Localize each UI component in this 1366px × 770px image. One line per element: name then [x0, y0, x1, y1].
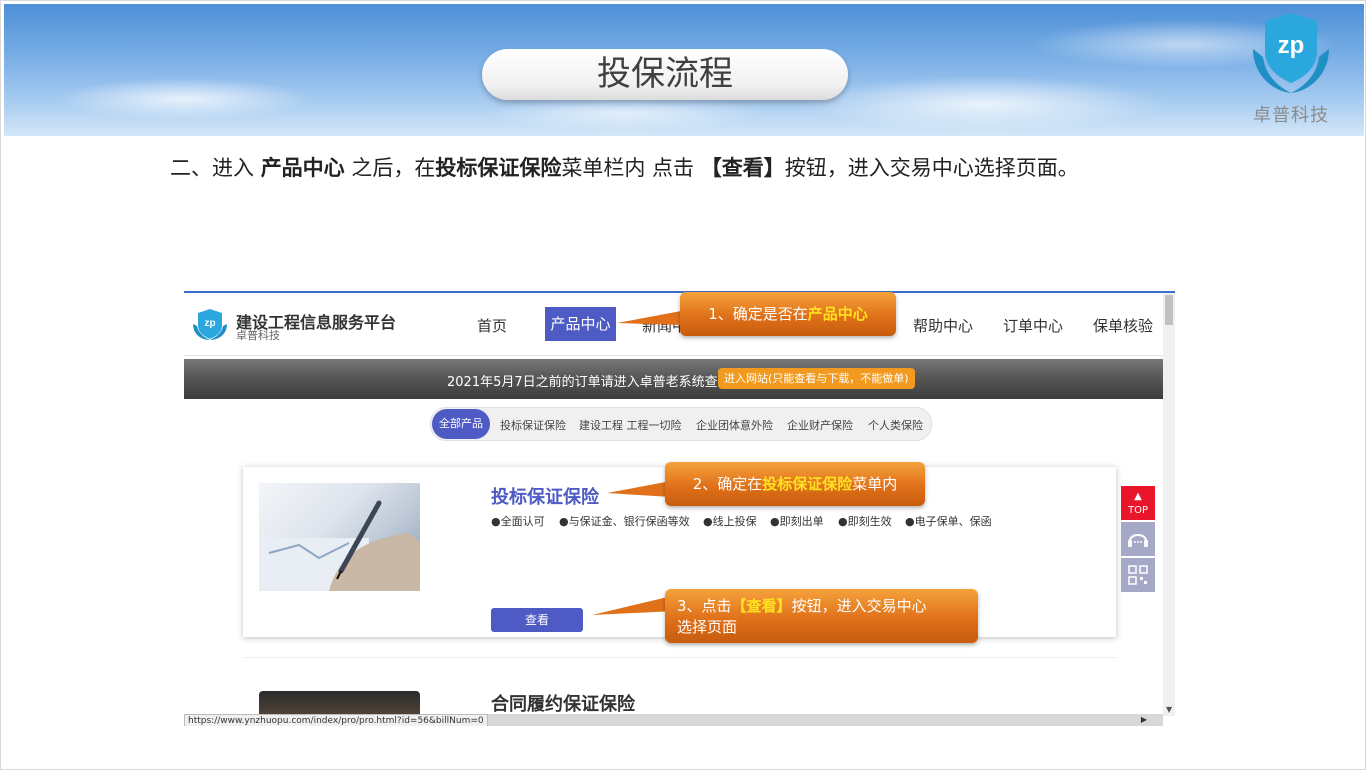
brand-logo: zp 卓普科技 — [1245, 9, 1337, 129]
instruction-part: 之后，在 — [344, 156, 436, 180]
status-bar: https://www.ynzhuopu.com/index/pro/pro.h… — [184, 714, 1163, 726]
instruction-bold-view: 【查看】 — [700, 156, 785, 180]
product-title-contract-bond[interactable]: 合同履约保证保险 — [491, 690, 635, 716]
divider — [243, 657, 1116, 658]
headset-icon — [1128, 534, 1148, 547]
brand-name: 卓普科技 — [1253, 105, 1329, 126]
nav-home[interactable]: 首页 — [477, 315, 507, 336]
instruction-part: 菜单栏内 点击 — [561, 156, 701, 180]
tab-construction-all-risk[interactable]: 建设工程 工程一切险 — [579, 417, 682, 433]
site-logo-icon[interactable]: zp — [192, 307, 228, 345]
instruction-part: 二、进入 — [170, 156, 261, 180]
nav-help[interactable]: 帮助中心 — [913, 315, 973, 336]
customer-service-button[interactable] — [1121, 522, 1155, 556]
status-url: https://www.ynzhuopu.com/index/pro/pro.h… — [184, 714, 488, 726]
instruction-text: 二、进入 产品中心 之后，在投标保证保险菜单栏内 点击 【查看】按钮，进入交易中… — [170, 152, 1079, 182]
zp-logo-icon: zp — [1253, 13, 1329, 93]
view-button[interactable]: 查看 — [491, 608, 583, 632]
product-image-pen-signing — [259, 483, 420, 591]
tab-bid-bond-insurance[interactable]: 投标保证保险 — [500, 417, 566, 433]
callout-3-text-post: 按钮，进入交易中心 — [791, 597, 927, 615]
nav-policy-verify[interactable]: 保单核验 — [1093, 315, 1153, 336]
tab-all-products[interactable]: 全部产品 — [432, 409, 490, 439]
callout-3-text: 3、点击 — [677, 597, 732, 615]
scroll-right-arrow-icon[interactable]: ▶ — [1141, 715, 1147, 724]
scroll-down-arrow-icon[interactable]: ▼ — [1166, 705, 1172, 714]
instruction-bold-product-center: 产品中心 — [260, 156, 345, 180]
svg-text:zp: zp — [1278, 32, 1305, 59]
feature-item: ●与保证金、银行保函等效 — [559, 515, 690, 528]
callout-3-line1: 3、点击【查看】按钮，进入交易中心 — [677, 596, 966, 617]
site-subtitle: 卓普科技 — [236, 329, 280, 342]
back-to-top-button[interactable]: ▲ TOP — [1121, 486, 1155, 520]
callout-3-highlight: 【查看】 — [731, 597, 792, 615]
feature-item: ●即刻出单 — [770, 515, 824, 528]
callout-2-text-post: 菜单内 — [852, 475, 898, 493]
feature-item: ●电子保单、保函 — [905, 515, 992, 528]
notice-banner: 2021年5月7日之前的订单请进入卓普老系统查看 进入网站(只能查看与下载，不能… — [184, 359, 1163, 399]
svg-text:zp: zp — [204, 318, 215, 329]
caret-up-icon: ▲ — [1134, 491, 1142, 502]
old-system-button[interactable]: 进入网站(只能查看与下载，不能做单) — [718, 368, 915, 389]
callout-3-line2: 选择页面 — [677, 618, 738, 636]
qr-code-button[interactable] — [1121, 558, 1155, 592]
callout-1-highlight: 产品中心 — [807, 305, 868, 323]
callout-1: 1、确定是否在产品中心 — [680, 292, 896, 336]
product-title[interactable]: 投标保证保险 — [491, 483, 599, 509]
callout-2: 2、确定在投标保证保险菜单内 — [665, 462, 925, 506]
category-tabs: 全部产品 投标保证保险 建设工程 工程一切险 企业团体意外险 企业财产保险 个人… — [430, 407, 932, 441]
instruction-bold-bid-insurance: 投标保证保险 — [435, 156, 562, 180]
tab-property-insurance[interactable]: 企业财产保险 — [787, 417, 853, 433]
vertical-scrollbar[interactable]: ▼ — [1163, 293, 1175, 716]
instruction-part: 按钮，进入交易中心选择页面。 — [784, 156, 1079, 180]
feature-item: ●全面认可 — [491, 515, 545, 528]
nav-orders[interactable]: 订单中心 — [1003, 315, 1063, 336]
feature-item: ●线上投保 — [703, 515, 757, 528]
scroll-thumb[interactable] — [1165, 295, 1173, 325]
qr-code-icon — [1128, 565, 1148, 585]
top-label: TOP — [1127, 505, 1148, 516]
slide: 投保流程 zp 卓普科技 二、进入 产品中心 之后，在投标保证保险菜单栏内 点击… — [0, 0, 1366, 770]
callout-1-text: 1、确定是否在 — [708, 305, 808, 323]
tab-personal-insurance[interactable]: 个人类保险 — [868, 417, 923, 433]
callout-3: 3、点击【查看】按钮，进入交易中心 选择页面 — [665, 589, 978, 643]
callout-2-highlight: 投标保证保险 — [762, 475, 853, 493]
side-toolbar: ▲ TOP — [1121, 486, 1155, 592]
slide-title: 投保流程 — [482, 49, 848, 100]
banner-text: 2021年5月7日之前的订单请进入卓普老系统查看 — [447, 375, 731, 390]
tab-group-accident[interactable]: 企业团体意外险 — [696, 417, 773, 433]
feature-item: ●即刻生效 — [838, 515, 892, 528]
callout-2-text: 2、确定在 — [692, 475, 763, 493]
